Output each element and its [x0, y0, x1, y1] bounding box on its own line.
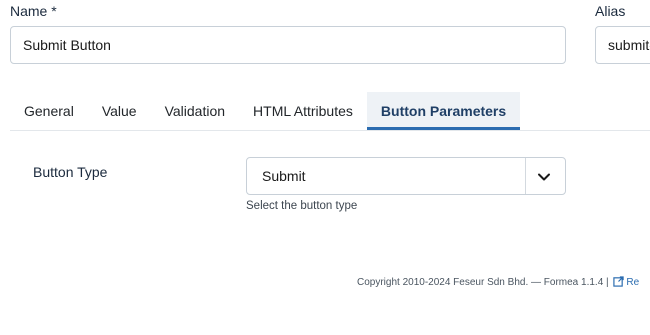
name-input[interactable]	[10, 26, 566, 64]
alias-input[interactable]	[595, 26, 650, 64]
tab-button-parameters[interactable]: Button Parameters	[366, 92, 521, 130]
button-type-select[interactable]: Submit	[246, 157, 566, 195]
name-label: Name *	[10, 3, 57, 19]
button-type-value: Submit	[262, 168, 306, 184]
footer: Copyright 2010-2024 Feseur Sdn Bhd. — Fo…	[357, 276, 650, 288]
tab-general[interactable]: General	[10, 92, 88, 130]
select-divider	[525, 158, 526, 194]
button-type-help: Select the button type	[246, 200, 358, 212]
page: Name * Alias General Value Validation HT…	[0, 0, 650, 335]
footer-link[interactable]: Re	[626, 277, 639, 288]
tab-bar: General Value Validation HTML Attributes…	[10, 92, 650, 131]
footer-copyright: Copyright 2010-2024 Feseur Sdn Bhd. — Fo…	[357, 277, 609, 288]
external-link-icon[interactable]	[613, 276, 625, 287]
button-type-label: Button Type	[33, 164, 108, 180]
alias-label: Alias	[595, 3, 626, 19]
tab-html-attributes[interactable]: HTML Attributes	[239, 92, 367, 130]
chevron-down-icon	[538, 173, 550, 181]
tab-validation[interactable]: Validation	[151, 92, 239, 130]
tab-value[interactable]: Value	[88, 92, 151, 130]
